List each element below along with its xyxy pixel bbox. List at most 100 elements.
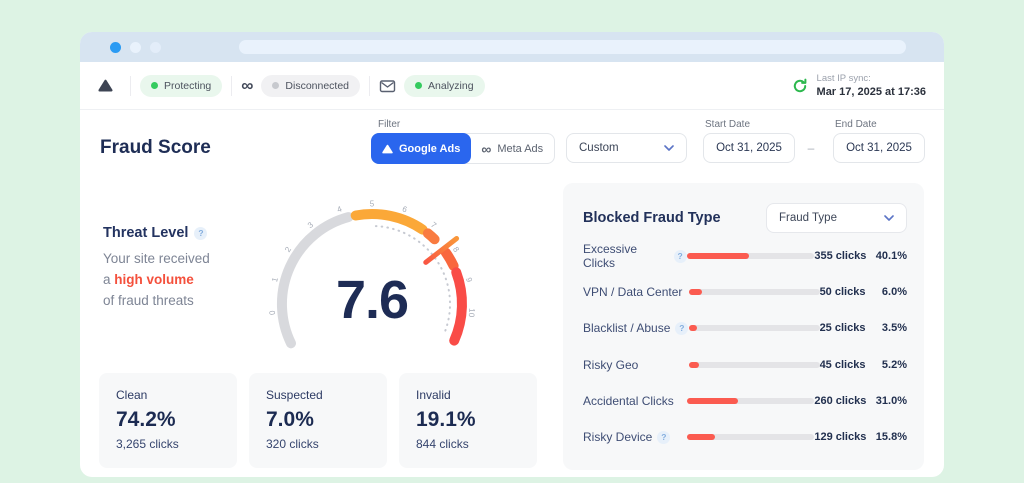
google-ads-logo-icon	[98, 79, 113, 92]
status-badge-protecting: Protecting	[140, 74, 223, 97]
stat-card-clean: Clean 74.2% 3,265 clicks	[99, 373, 237, 468]
stat-clicks: 844 clicks	[416, 437, 469, 451]
tab-meta-ads[interactable]: ∞ Meta Ads	[470, 134, 554, 163]
gauge-value: 7.6	[336, 270, 408, 330]
window-control-dot[interactable]	[110, 41, 121, 53]
panel-title: Blocked Fraud Type	[583, 210, 721, 226]
gauge-arc-segment	[422, 228, 440, 245]
fraud-row-label: Blacklist / Abuse?	[583, 321, 689, 335]
browser-chrome	[80, 32, 944, 62]
fraud-row-percent: 3.5%	[881, 322, 907, 335]
fraud-type-value: Fraud Type	[779, 212, 837, 224]
filter-label: Filter	[378, 119, 401, 130]
browser-window: Protecting ∞ Disconnected Analyzing Last…	[80, 32, 944, 477]
divider	[231, 75, 233, 96]
gauge-arc-segment	[350, 209, 428, 235]
stat-clicks: 320 clicks	[266, 437, 319, 451]
divider	[369, 75, 371, 96]
gauge-tick-label: 9	[464, 277, 474, 284]
gauge-tick-label: 10	[467, 308, 477, 318]
fraud-row-clicks: 25 clicks	[819, 322, 866, 335]
start-date-input[interactable]: Oct 31, 2025	[703, 133, 795, 163]
status-dot-icon	[151, 82, 158, 89]
fraud-bar-fill	[686, 253, 750, 260]
fraud-row: Excessive Clicks? 355 clicks 40.1%	[583, 238, 907, 274]
fraud-row-percent: 40.1%	[875, 250, 907, 263]
fraud-bar-track	[688, 325, 820, 332]
gauge-arc-segment	[449, 267, 467, 346]
gauge-tick-label: 4	[336, 204, 344, 214]
stat-label: Suspected	[266, 388, 323, 402]
stat-percentage: 19.1%	[416, 408, 476, 431]
divider	[130, 75, 131, 96]
fraud-row-label: Excessive Clicks?	[583, 242, 687, 270]
tab-google-ads[interactable]: Google Ads	[371, 133, 472, 164]
fraud-bar-fill	[688, 289, 702, 296]
fraud-row-clicks: 260 clicks	[814, 394, 867, 407]
platform-filter-toggle: Google Ads ∞ Meta Ads	[371, 133, 556, 164]
stat-label: Invalid	[416, 388, 451, 402]
fraud-row: Accidental Clicks 260 clicks 31.0%	[583, 383, 907, 419]
end-date-input[interactable]: Oct 31, 2025	[833, 133, 925, 163]
gauge-tick-label: 3	[306, 220, 315, 230]
fraud-row-clicks: 50 clicks	[819, 286, 866, 299]
fraud-row-label: VPN / Data Center	[583, 285, 683, 300]
threat-highlight: high volume	[114, 272, 194, 287]
threat-level-heading: Threat Level ?	[103, 225, 208, 241]
threat-description: Your site received a high volume of frau…	[103, 248, 210, 311]
window-control-dot[interactable]	[150, 41, 161, 53]
window-control-dot[interactable]	[130, 41, 141, 53]
last-sync-value: Mar 17, 2025 at 17:36	[816, 86, 926, 98]
status-label: Analyzing	[428, 79, 474, 92]
chevron-down-icon	[664, 145, 674, 151]
threat-line2-prefix: a	[103, 272, 111, 287]
gauge-tick-label: 5	[370, 200, 375, 209]
fraud-bar-fill	[686, 397, 738, 404]
status-bar: Protecting ∞ Disconnected Analyzing Last…	[80, 62, 944, 110]
gauge-tick-label: 1	[270, 276, 280, 283]
status-dot-icon	[272, 82, 280, 89]
fraud-row-percent: 31.0%	[875, 394, 907, 407]
fraud-row-label: Accidental Clicks	[583, 393, 674, 408]
date-range-value: Custom	[579, 142, 619, 154]
refresh-icon[interactable]	[792, 78, 808, 94]
fraud-bar-track	[686, 434, 815, 441]
page-title: Fraud Score	[100, 137, 211, 158]
gauge-tick-label: 7	[429, 220, 438, 230]
fraud-row-percent: 6.0%	[881, 286, 907, 299]
status-badge-disconnected: Disconnected	[261, 74, 361, 97]
fraud-row-clicks: 355 clicks	[814, 250, 867, 263]
help-icon[interactable]: ?	[194, 226, 208, 240]
stat-percentage: 7.0%	[266, 408, 314, 431]
url-bar[interactable]	[239, 40, 906, 54]
fraud-type-select[interactable]: Fraud Type	[766, 203, 907, 233]
gauge-arc-segment	[440, 247, 459, 271]
fraud-bar-fill	[688, 361, 700, 368]
fraud-row: VPN / Data Center 50 clicks 6.0%	[583, 274, 907, 310]
gauge-tick-label: 8	[451, 245, 461, 254]
gauge-tick-label: 2	[283, 245, 293, 254]
stat-label: Clean	[116, 388, 148, 402]
stat-percentage: 74.2%	[116, 408, 176, 431]
fraud-row-label: Risky Device?	[583, 430, 687, 444]
help-icon[interactable]: ?	[657, 430, 671, 444]
help-icon[interactable]: ?	[673, 249, 687, 263]
status-label: Protecting	[164, 79, 212, 92]
threat-line1: Your site received	[103, 251, 210, 266]
fraud-bar-track	[688, 289, 820, 296]
help-icon[interactable]: ?	[675, 321, 689, 335]
stat-card-invalid: Invalid 19.1% 844 clicks	[399, 373, 537, 468]
meta-logo-icon: ∞	[241, 76, 254, 95]
fraud-bar-track	[686, 397, 815, 404]
status-label: Disconnected	[285, 79, 350, 92]
date-range-select[interactable]: Custom	[566, 133, 687, 163]
last-sync-label: Last IP sync:	[816, 73, 871, 84]
fraud-bar-track	[688, 361, 820, 368]
fraud-row-percent: 15.8%	[875, 431, 907, 444]
fraud-type-list: Excessive Clicks? 355 clicks 40.1% VPN / Da…	[583, 238, 907, 455]
blocked-fraud-panel: Blocked Fraud Type Fraud Type Excessive …	[563, 183, 924, 470]
tab-label: Google Ads	[399, 142, 461, 155]
gauge-tick-label: 6	[401, 204, 409, 214]
fraud-row-clicks: 129 clicks	[814, 431, 867, 444]
tab-label: Meta Ads	[497, 142, 544, 155]
